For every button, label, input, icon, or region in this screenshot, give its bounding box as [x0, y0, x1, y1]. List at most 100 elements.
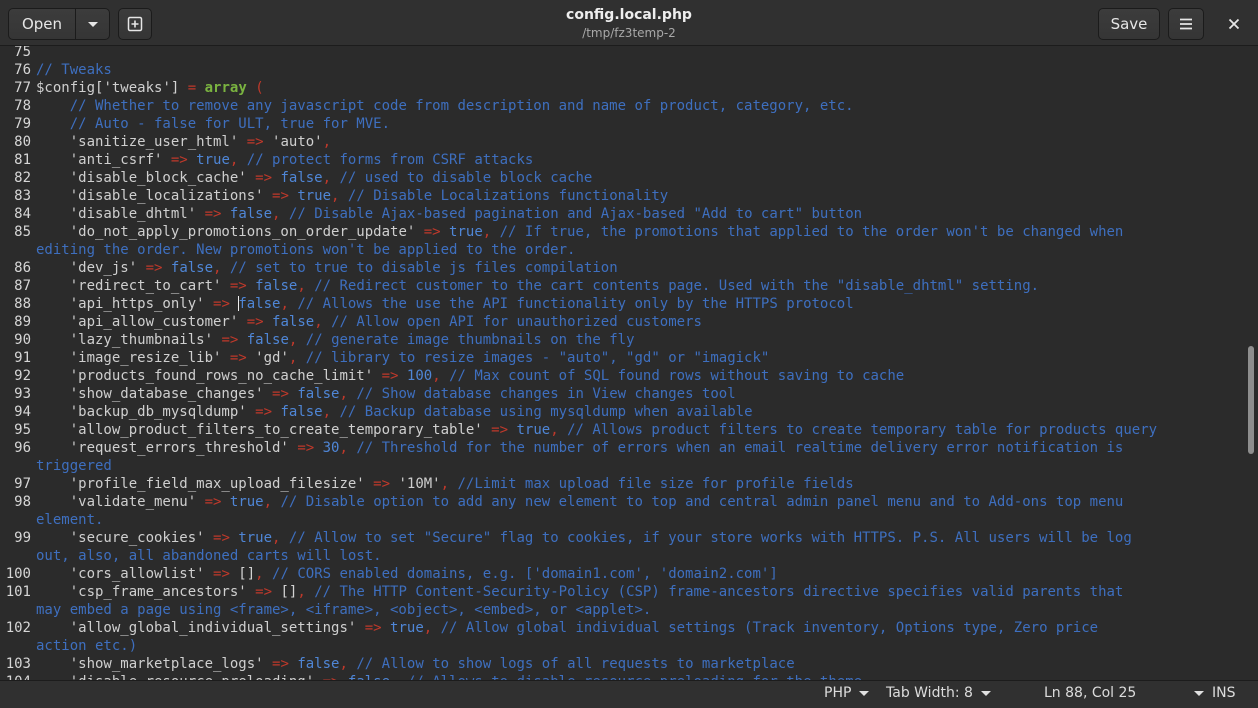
line-number: 91: [14, 350, 31, 366]
line-text: 'disable_dhtml' => false, // Disable Aja…: [69, 206, 863, 222]
line-text: 'api_https_only' => false, // Allows the…: [69, 296, 854, 312]
code-line[interactable]: 0may embed a page using <frame>, <iframe…: [0, 601, 1157, 619]
code-line[interactable]: 103 'show_marketplace_logs' => false, //…: [0, 655, 1157, 673]
code-line[interactable]: 102 'allow_global_individual_settings' =…: [0, 619, 1157, 637]
language-selector[interactable]: PHP: [824, 685, 870, 701]
line-number: 76: [14, 62, 31, 78]
line-text: 'csp_frame_ancestors' => [], // The HTTP…: [69, 584, 1124, 600]
code-line[interactable]: 83 'disable_localizations' => true, // D…: [0, 187, 1157, 205]
code-line[interactable]: 104 'disable_resource_preloading' => fal…: [0, 673, 1157, 680]
line-text: 'api_allow_customer' => false, // Allow …: [69, 314, 702, 330]
cursor-position-selector[interactable]: Ln 88, Col 25: [1044, 685, 1205, 701]
line-number: 94: [14, 404, 31, 420]
code-line[interactable]: 0out, also, all abandoned carts will los…: [0, 547, 1157, 565]
code-line[interactable]: 100 'cors_allowlist' => [], // CORS enab…: [0, 565, 1157, 583]
open-button[interactable]: Open: [9, 9, 76, 39]
line-text: 'sanitize_user_html' => 'auto',: [69, 134, 332, 150]
chevron-down-icon: [980, 690, 991, 696]
menu-button[interactable]: [1168, 8, 1204, 40]
header-bar: Open config.local.php /tmp/fz3temp-2 Sav…: [0, 0, 1258, 46]
code-line[interactable]: 79 // Auto - false for ULT, true for MVE…: [0, 115, 1157, 133]
code-line[interactable]: 0element.: [0, 511, 1157, 529]
line-number: 77: [14, 80, 31, 96]
line-text: 'image_resize_lib' => 'gd', // library t…: [69, 350, 770, 366]
line-number: 79: [14, 116, 31, 132]
line-text: may embed a page using <frame>, <iframe>…: [36, 602, 652, 618]
chevron-down-icon: [87, 21, 98, 27]
line-number: 90: [14, 332, 31, 348]
code-line[interactable]: 101 'csp_frame_ancestors' => [], // The …: [0, 583, 1157, 601]
line-number: 0: [0, 601, 36, 619]
line-number: 103: [5, 656, 31, 672]
line-number: 81: [14, 152, 31, 168]
chevron-down-icon: [1194, 690, 1205, 696]
code-line[interactable]: 93 'show_database_changes' => false, // …: [0, 385, 1157, 403]
line-text: 'backup_db_mysqldump' => false, // Backu…: [69, 404, 753, 420]
code-line[interactable]: 87 'redirect_to_cart' => false, // Redir…: [0, 277, 1157, 295]
line-number: 95: [14, 422, 31, 438]
line-text: 'validate_menu' => true, // Disable opti…: [69, 494, 1124, 510]
line-number: 92: [14, 368, 31, 384]
line-text: 'cors_allowlist' => [], // CORS enabled …: [69, 566, 778, 582]
line-text: 'dev_js' => false, // set to true to dis…: [69, 260, 618, 276]
code-line[interactable]: 96 'request_errors_threshold' => 30, // …: [0, 439, 1157, 457]
code-line[interactable]: 78 // Whether to remove any javascript c…: [0, 97, 1157, 115]
open-dropdown-button[interactable]: [76, 9, 109, 39]
code-line[interactable]: 0triggered: [0, 457, 1157, 475]
line-text: 'anti_csrf' => true, // protect forms fr…: [69, 152, 534, 168]
line-number: 0: [0, 547, 36, 565]
new-tab-button[interactable]: [118, 8, 152, 40]
code-line[interactable]: 77 $config['tweaks'] = array (: [0, 79, 1157, 97]
line-number: 85: [14, 224, 31, 240]
line-text: 'products_found_rows_no_cache_limit' => …: [69, 368, 905, 384]
code-line[interactable]: 0action etc.): [0, 637, 1157, 655]
code-line[interactable]: 89 'api_allow_customer' => false, // All…: [0, 313, 1157, 331]
code-line[interactable]: 80 'sanitize_user_html' => 'auto',: [0, 133, 1157, 151]
line-text: 'request_errors_threshold' => 30, // Thr…: [69, 440, 1124, 456]
tab-width-selector[interactable]: Tab Width: 8: [886, 685, 991, 701]
line-number: 104: [0, 673, 36, 680]
code-line[interactable]: 92 'products_found_rows_no_cache_limit' …: [0, 367, 1157, 385]
save-button[interactable]: Save: [1098, 8, 1160, 40]
window-title: config.local.php: [566, 7, 692, 23]
code-line[interactable]: 81 'anti_csrf' => true, // protect forms…: [0, 151, 1157, 169]
code-line[interactable]: 97 'profile_field_max_upload_filesize' =…: [0, 475, 1157, 493]
line-number: 78: [14, 98, 31, 114]
new-tab-plus-icon: [127, 16, 143, 32]
code-line[interactable]: 95 'allow_product_filters_to_create_temp…: [0, 421, 1157, 439]
line-number: 96: [14, 440, 31, 456]
hamburger-menu-icon: [1180, 18, 1192, 30]
code-line[interactable]: 98 'validate_menu' => true, // Disable o…: [0, 493, 1157, 511]
vertical-scrollbar[interactable]: [1248, 346, 1254, 454]
close-icon: [1228, 18, 1240, 30]
line-text: // Auto - false for ULT, true for MVE.: [69, 116, 391, 132]
close-button[interactable]: [1216, 8, 1252, 40]
line-text: 'disable_localizations' => true, // Disa…: [69, 188, 669, 204]
line-text: 'show_database_changes' => false, // Sho…: [69, 386, 736, 402]
line-number: 84: [14, 206, 31, 222]
code-line[interactable]: 91 'image_resize_lib' => 'gd', // librar…: [0, 349, 1157, 367]
line-number: 0: [0, 457, 36, 475]
code-line[interactable]: 84 'disable_dhtml' => false, // Disable …: [0, 205, 1157, 223]
code-line[interactable]: 0editing the order. New promotions won't…: [0, 241, 1157, 259]
code-line[interactable]: 99 'secure_cookies' => true, // Allow to…: [0, 529, 1157, 547]
line-text: 'show_marketplace_logs' => false, // All…: [69, 656, 795, 672]
line-number: 82: [14, 170, 31, 186]
insert-mode-label: INS: [1212, 685, 1236, 701]
code-line[interactable]: 86 'dev_js' => false, // set to true to …: [0, 259, 1157, 277]
line-text: 'disable_resource_preloading' => false, …: [36, 673, 862, 680]
code-line[interactable]: 90 'lazy_thumbnails' => false, // genera…: [0, 331, 1157, 349]
line-text: element.: [36, 512, 104, 528]
line-text: 'profile_field_max_upload_filesize' => '…: [69, 476, 854, 492]
insert-mode-indicator: INS: [1212, 685, 1236, 701]
code-line[interactable]: 75: [0, 46, 1157, 61]
code-editor[interactable]: 75 76 // Tweaks 77 $config['tweaks'] = array…: [0, 46, 1258, 680]
code-line[interactable]: 82 'disable_block_cache' => false, // us…: [0, 169, 1157, 187]
code-line[interactable]: 94 'backup_db_mysqldump' => false, // Ba…: [0, 403, 1157, 421]
code-line[interactable]: 85 'do_not_apply_promotions_on_order_upd…: [0, 223, 1157, 241]
line-number: 88: [14, 296, 31, 312]
code-line[interactable]: 76 // Tweaks: [0, 61, 1157, 79]
open-button-group: Open: [8, 8, 110, 40]
line-text: editing the order. New promotions won't …: [36, 242, 576, 258]
code-line[interactable]: 88 'api_https_only' => false, // Allows …: [0, 295, 1157, 313]
